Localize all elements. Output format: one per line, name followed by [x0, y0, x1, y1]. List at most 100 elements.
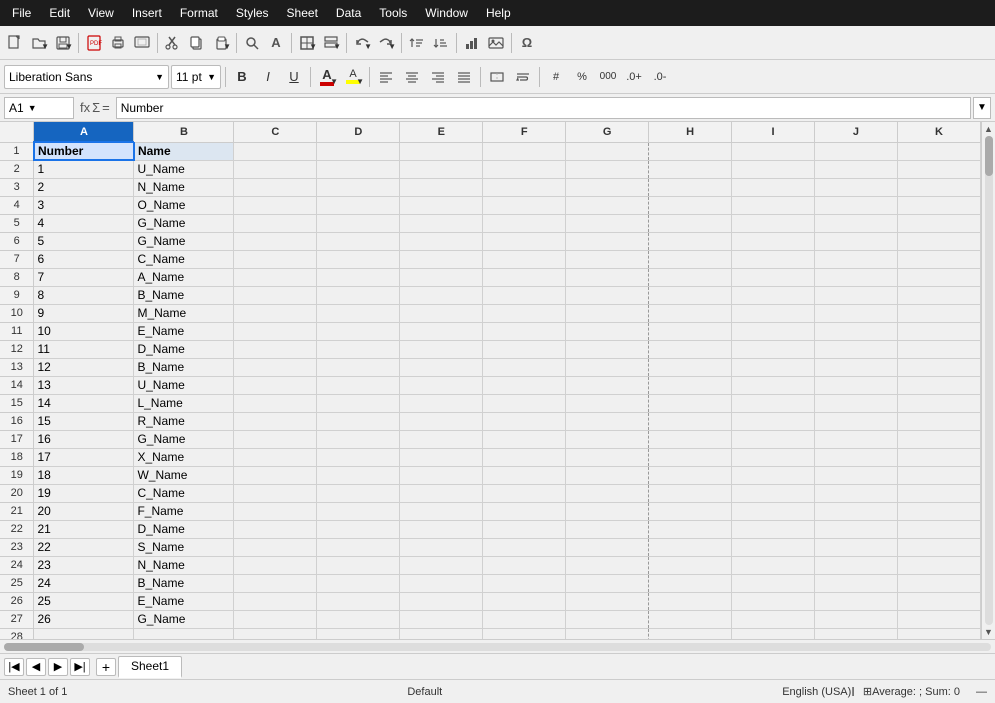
cell-D1[interactable]: [317, 142, 400, 160]
cell-J11[interactable]: [814, 322, 897, 340]
cell-E10[interactable]: [400, 304, 483, 322]
cell-H17[interactable]: [649, 430, 732, 448]
col-header-B[interactable]: B: [134, 122, 234, 142]
cell-C11[interactable]: [234, 322, 317, 340]
cell-I16[interactable]: [732, 412, 815, 430]
vscroll-down-button[interactable]: ▼: [984, 627, 993, 637]
cell-H19[interactable]: [649, 466, 732, 484]
bold-button[interactable]: B: [230, 65, 254, 89]
vertical-scrollbar[interactable]: ▲ ▼: [981, 122, 995, 639]
cell-G1[interactable]: [566, 142, 649, 160]
cell-A19[interactable]: 18: [34, 466, 134, 484]
cell-G13[interactable]: [566, 358, 649, 376]
italic-button[interactable]: I: [256, 65, 280, 89]
cell-G7[interactable]: [566, 250, 649, 268]
cell-J25[interactable]: [814, 574, 897, 592]
cell-D17[interactable]: [317, 430, 400, 448]
cell-J10[interactable]: [814, 304, 897, 322]
row-header-22[interactable]: 22: [0, 520, 34, 538]
cell-C25[interactable]: [234, 574, 317, 592]
cell-J14[interactable]: [814, 376, 897, 394]
cell-I14[interactable]: [732, 376, 815, 394]
cell-reference-box[interactable]: A1 ▼: [4, 97, 74, 119]
cell-J13[interactable]: [814, 358, 897, 376]
cell-K11[interactable]: [897, 322, 980, 340]
cell-K25[interactable]: [897, 574, 980, 592]
cell-F4[interactable]: [483, 196, 566, 214]
menu-format[interactable]: Format: [172, 4, 226, 22]
cell-B16[interactable]: R_Name: [134, 412, 234, 430]
cell-C18[interactable]: [234, 448, 317, 466]
cell-J27[interactable]: [814, 610, 897, 628]
row-header-16[interactable]: 16: [0, 412, 34, 430]
cell-C4[interactable]: [234, 196, 317, 214]
cell-B8[interactable]: A_Name: [134, 268, 234, 286]
cell-A20[interactable]: 19: [34, 484, 134, 502]
cell-H23[interactable]: [649, 538, 732, 556]
row-header-6[interactable]: 6: [0, 232, 34, 250]
cell-F8[interactable]: [483, 268, 566, 286]
cell-H18[interactable]: [649, 448, 732, 466]
cell-C13[interactable]: [234, 358, 317, 376]
cell-E13[interactable]: [400, 358, 483, 376]
cell-F24[interactable]: [483, 556, 566, 574]
cell-G21[interactable]: [566, 502, 649, 520]
cell-G9[interactable]: [566, 286, 649, 304]
col-header-E[interactable]: E: [400, 122, 483, 142]
cell-I10[interactable]: [732, 304, 815, 322]
cell-J21[interactable]: [814, 502, 897, 520]
chart-button[interactable]: [461, 32, 483, 54]
cell-D15[interactable]: [317, 394, 400, 412]
menu-file[interactable]: File: [4, 4, 39, 22]
cell-G15[interactable]: [566, 394, 649, 412]
redo-button[interactable]: ▼: [375, 32, 397, 54]
print-preview-button[interactable]: [131, 32, 153, 54]
cell-F2[interactable]: [483, 160, 566, 178]
cell-K23[interactable]: [897, 538, 980, 556]
cell-B26[interactable]: E_Name: [134, 592, 234, 610]
cell-G5[interactable]: [566, 214, 649, 232]
cell-J6[interactable]: [814, 232, 897, 250]
cell-F23[interactable]: [483, 538, 566, 556]
row-header-25[interactable]: 25: [0, 574, 34, 592]
cell-A6[interactable]: 5: [34, 232, 134, 250]
cell-J2[interactable]: [814, 160, 897, 178]
cell-K19[interactable]: [897, 466, 980, 484]
align-center-button[interactable]: [400, 65, 424, 89]
font-color-button[interactable]: A ▼: [315, 65, 339, 89]
cell-J17[interactable]: [814, 430, 897, 448]
sheet-tab-sheet1[interactable]: Sheet1: [118, 656, 182, 678]
cell-H20[interactable]: [649, 484, 732, 502]
cell-I24[interactable]: [732, 556, 815, 574]
cell-D20[interactable]: [317, 484, 400, 502]
cell-F25[interactable]: [483, 574, 566, 592]
cell-K15[interactable]: [897, 394, 980, 412]
cell-H25[interactable]: [649, 574, 732, 592]
cell-G19[interactable]: [566, 466, 649, 484]
number-format-button[interactable]: #: [544, 65, 568, 89]
row-header-3[interactable]: 3: [0, 178, 34, 196]
cell-H24[interactable]: [649, 556, 732, 574]
cell-E11[interactable]: [400, 322, 483, 340]
row-col-button[interactable]: ▼: [320, 32, 342, 54]
cell-F10[interactable]: [483, 304, 566, 322]
menu-sheet[interactable]: Sheet: [279, 4, 326, 22]
cell-H28[interactable]: [649, 628, 732, 639]
cell-C1[interactable]: [234, 142, 317, 160]
row-header-7[interactable]: 7: [0, 250, 34, 268]
cell-C28[interactable]: [234, 628, 317, 639]
row-header-10[interactable]: 10: [0, 304, 34, 322]
increase-decimal-button[interactable]: .0+: [622, 65, 646, 89]
menu-insert[interactable]: Insert: [124, 4, 170, 22]
cell-F3[interactable]: [483, 178, 566, 196]
cell-D4[interactable]: [317, 196, 400, 214]
cell-J7[interactable]: [814, 250, 897, 268]
cell-K21[interactable]: [897, 502, 980, 520]
cell-B18[interactable]: X_Name: [134, 448, 234, 466]
cell-G17[interactable]: [566, 430, 649, 448]
cell-E22[interactable]: [400, 520, 483, 538]
cell-K24[interactable]: [897, 556, 980, 574]
cell-H10[interactable]: [649, 304, 732, 322]
cell-I13[interactable]: [732, 358, 815, 376]
cell-D9[interactable]: [317, 286, 400, 304]
